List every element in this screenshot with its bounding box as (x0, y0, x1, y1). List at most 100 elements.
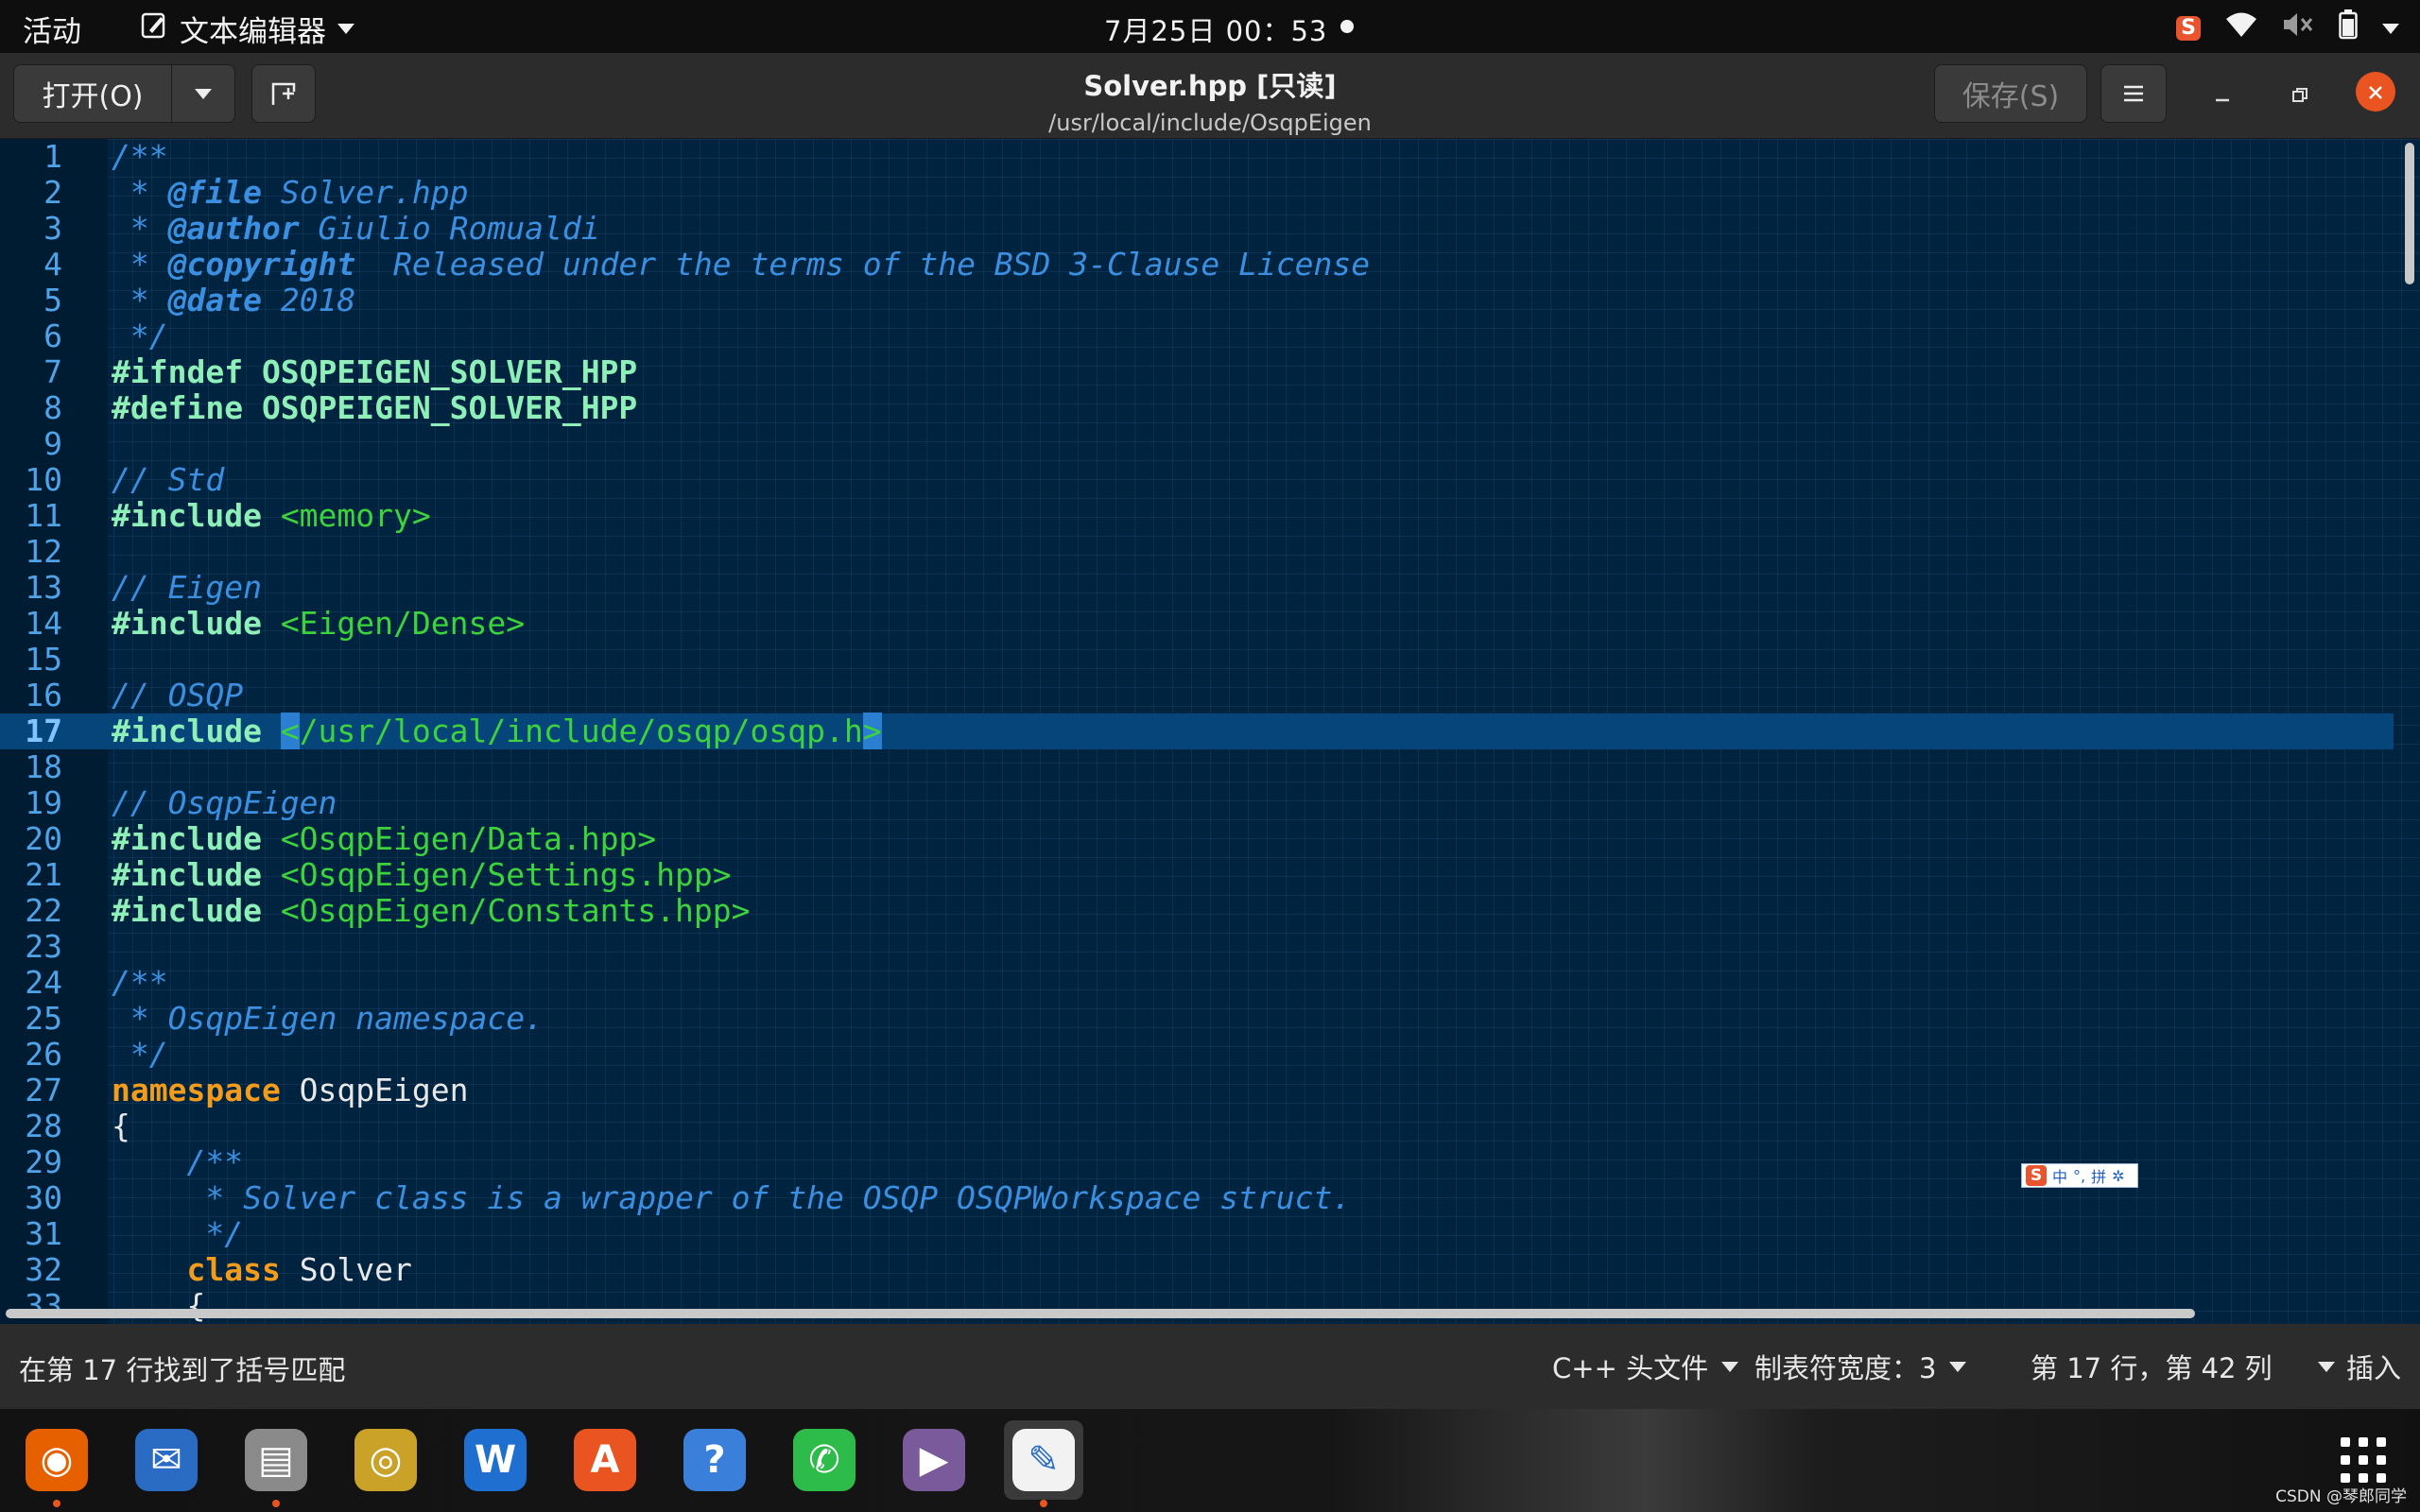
code-area[interactable]: 1/** 2 * @file Solver.hpp 3 * @author Giul… (0, 139, 2394, 1324)
code-line[interactable]: 1 /** (0, 139, 2394, 175)
code-line[interactable]: 24 /** (0, 965, 2394, 1001)
close-button[interactable] (2356, 72, 2395, 112)
watermark: CSDN @琴郎同学 (2275, 1487, 2407, 1506)
clock[interactable]: 7月25日 00：53 (1104, 9, 1327, 49)
dock-item-wechat[interactable]: ✆ (785, 1420, 864, 1500)
line-text: /** (112, 965, 168, 1001)
code-line[interactable]: 5 * @date 2018 (0, 283, 2394, 318)
code-line[interactable]: 14 #include <Eigen/Dense> (0, 606, 2394, 642)
token: Solver (280, 1251, 412, 1288)
status-bar: 在第 17 行找到了括号匹配 C++ 头文件 制表符宽度：3 第 17 行，第 … (0, 1324, 2420, 1409)
new-tab-button[interactable] (251, 64, 316, 123)
code-line[interactable]: 6 */ (0, 318, 2394, 354)
line-text: * OsqpEigen namespace. (112, 1001, 544, 1037)
line-number: 28 (25, 1108, 62, 1144)
code-line[interactable]: 19 // OsqpEigen (0, 785, 2394, 821)
language-selector[interactable]: C++ 头文件 (1552, 1347, 1739, 1386)
token: #include (112, 892, 281, 929)
line-text: * @author Giulio Romualdi (112, 211, 600, 247)
dock-item-thunderbird[interactable]: ✉ (127, 1420, 206, 1500)
code-line[interactable]: 3 * @author Giulio Romualdi (0, 211, 2394, 247)
code-line[interactable]: 17 #include </usr/local/include/osqp/osqp… (0, 713, 2394, 749)
running-indicator (272, 1500, 280, 1507)
code-line[interactable]: 13 // Eigen (0, 570, 2394, 606)
code-line[interactable]: 12 (0, 534, 2394, 570)
dock: ◉ ✉ ▤ ◎ W A? ✆ ▶ ✎ CSDN @琴郎同学 (0, 1409, 2420, 1512)
line-number: 24 (25, 964, 62, 1001)
code-line[interactable]: 25 * OsqpEigen namespace. (0, 1001, 2394, 1037)
code-line[interactable]: 31 */ (0, 1216, 2394, 1252)
app-menu[interactable]: 文本编辑器 (140, 8, 354, 50)
code-line[interactable]: 2 * @file Solver.hpp (0, 175, 2394, 211)
code-line[interactable]: 23 (0, 929, 2394, 965)
token: #define OSQPEIGEN_SOLVER_HPP (112, 389, 638, 426)
code-line[interactable]: 27 namespace OsqpEigen (0, 1073, 2394, 1108)
code-line[interactable]: 8 #define OSQPEIGEN_SOLVER_HPP (0, 390, 2394, 426)
software-icon: A (574, 1429, 636, 1491)
token: #include (112, 713, 281, 749)
code-line[interactable]: 33 { (0, 1288, 2394, 1324)
line-text: #include <OsqpEigen/Data.hpp> (112, 821, 656, 857)
code-line[interactable]: 26 */ (0, 1037, 2394, 1073)
token: * OsqpEigen namespace. (112, 1000, 544, 1037)
dock-item-video[interactable]: ▶ (894, 1420, 974, 1500)
open-button[interactable]: 打开(O) (13, 64, 172, 123)
code-line[interactable]: 32 class Solver (0, 1252, 2394, 1288)
rhythmbox-icon: ◎ (354, 1429, 417, 1491)
minimize-button[interactable] (2203, 76, 2242, 115)
dock-item-libreoffice-writer[interactable]: W (456, 1420, 535, 1500)
code-line[interactable]: 22 #include <OsqpEigen/Constants.hpp> (0, 893, 2394, 929)
vertical-scrollbar[interactable] (2405, 143, 2414, 284)
close-icon (2369, 86, 2382, 99)
token: <Eigen/Dense> (280, 605, 526, 642)
insert-mode-indicator[interactable]: 插入 (2346, 1347, 2401, 1386)
code-line[interactable]: 15 (0, 642, 2394, 678)
code-line[interactable]: 10 // Std (0, 462, 2394, 498)
ime-punctuation-mode[interactable]: °, (2073, 1167, 2085, 1185)
maximize-button[interactable] (2280, 76, 2320, 115)
token: 2018 (261, 282, 356, 318)
text-editor-icon (140, 11, 168, 47)
code-line[interactable]: 11 #include <memory> (0, 498, 2394, 534)
dock-item-software[interactable]: A (565, 1420, 645, 1500)
dock-item-text-editor[interactable]: ✎ (1004, 1420, 1083, 1507)
horizontal-scrollbar[interactable] (6, 1309, 2195, 1318)
system-tray[interactable]: S (2176, 9, 2399, 47)
ime-pinyin-mode[interactable]: 拼 (2091, 1164, 2106, 1187)
line-text: * @file Solver.hpp (112, 175, 469, 211)
code-line[interactable]: 9 (0, 426, 2394, 462)
main-menu-button[interactable] (2100, 64, 2167, 123)
token: #include (112, 856, 281, 893)
line-number: 30 (25, 1179, 62, 1216)
show-applications-button[interactable] (2341, 1437, 2386, 1483)
activities-button[interactable]: 活动 (23, 8, 81, 50)
save-button[interactable]: 保存(S) (1934, 64, 2087, 123)
code-line[interactable]: 28 { (0, 1108, 2394, 1144)
code-line[interactable]: 4 * @copyright Released under the terms … (0, 247, 2394, 283)
code-line[interactable]: 16 // OSQP (0, 678, 2394, 713)
ime-toolbar[interactable]: S 中 °, 拼 ✲ (2021, 1163, 2138, 1188)
code-line[interactable]: 21 #include <OsqpEigen/Settings.hpp> (0, 857, 2394, 893)
line-text: * Solver class is a wrapper of the OSQP … (112, 1180, 1351, 1216)
line-number: 17 (25, 713, 62, 749)
dock-item-files[interactable]: ▤ (236, 1420, 316, 1507)
token: <OsqpEigen/Data.hpp> (280, 820, 657, 857)
ime-chinese-mode[interactable]: 中 (2052, 1164, 2067, 1187)
text-view[interactable]: 1/** 2 * @file Solver.hpp 3 * @author Giul… (0, 139, 2420, 1324)
code-line[interactable]: 7 #ifndef OSQPEIGEN_SOLVER_HPP (0, 354, 2394, 390)
dock-item-firefox[interactable]: ◉ (17, 1420, 96, 1507)
token: Giulio Romualdi (299, 210, 600, 247)
sogou-input-icon[interactable]: S (2176, 16, 2201, 41)
dock-item-rhythmbox[interactable]: ◎ (346, 1420, 425, 1500)
tab-width-selector[interactable]: 制表符宽度：3 (1754, 1347, 1967, 1386)
token: #include (112, 605, 281, 642)
cursor-position-selector[interactable]: 第 17 行，第 42 列 (2031, 1347, 2335, 1386)
open-recent-menu-button[interactable] (171, 64, 235, 123)
code-line[interactable]: 20 #include <OsqpEigen/Data.hpp> (0, 821, 2394, 857)
ime-settings-icon[interactable]: ✲ (2112, 1167, 2124, 1185)
minimize-icon (2216, 98, 2229, 102)
code-line[interactable]: 18 (0, 749, 2394, 785)
dock-item-help[interactable]: ? (675, 1420, 754, 1500)
line-number: 23 (25, 928, 62, 965)
